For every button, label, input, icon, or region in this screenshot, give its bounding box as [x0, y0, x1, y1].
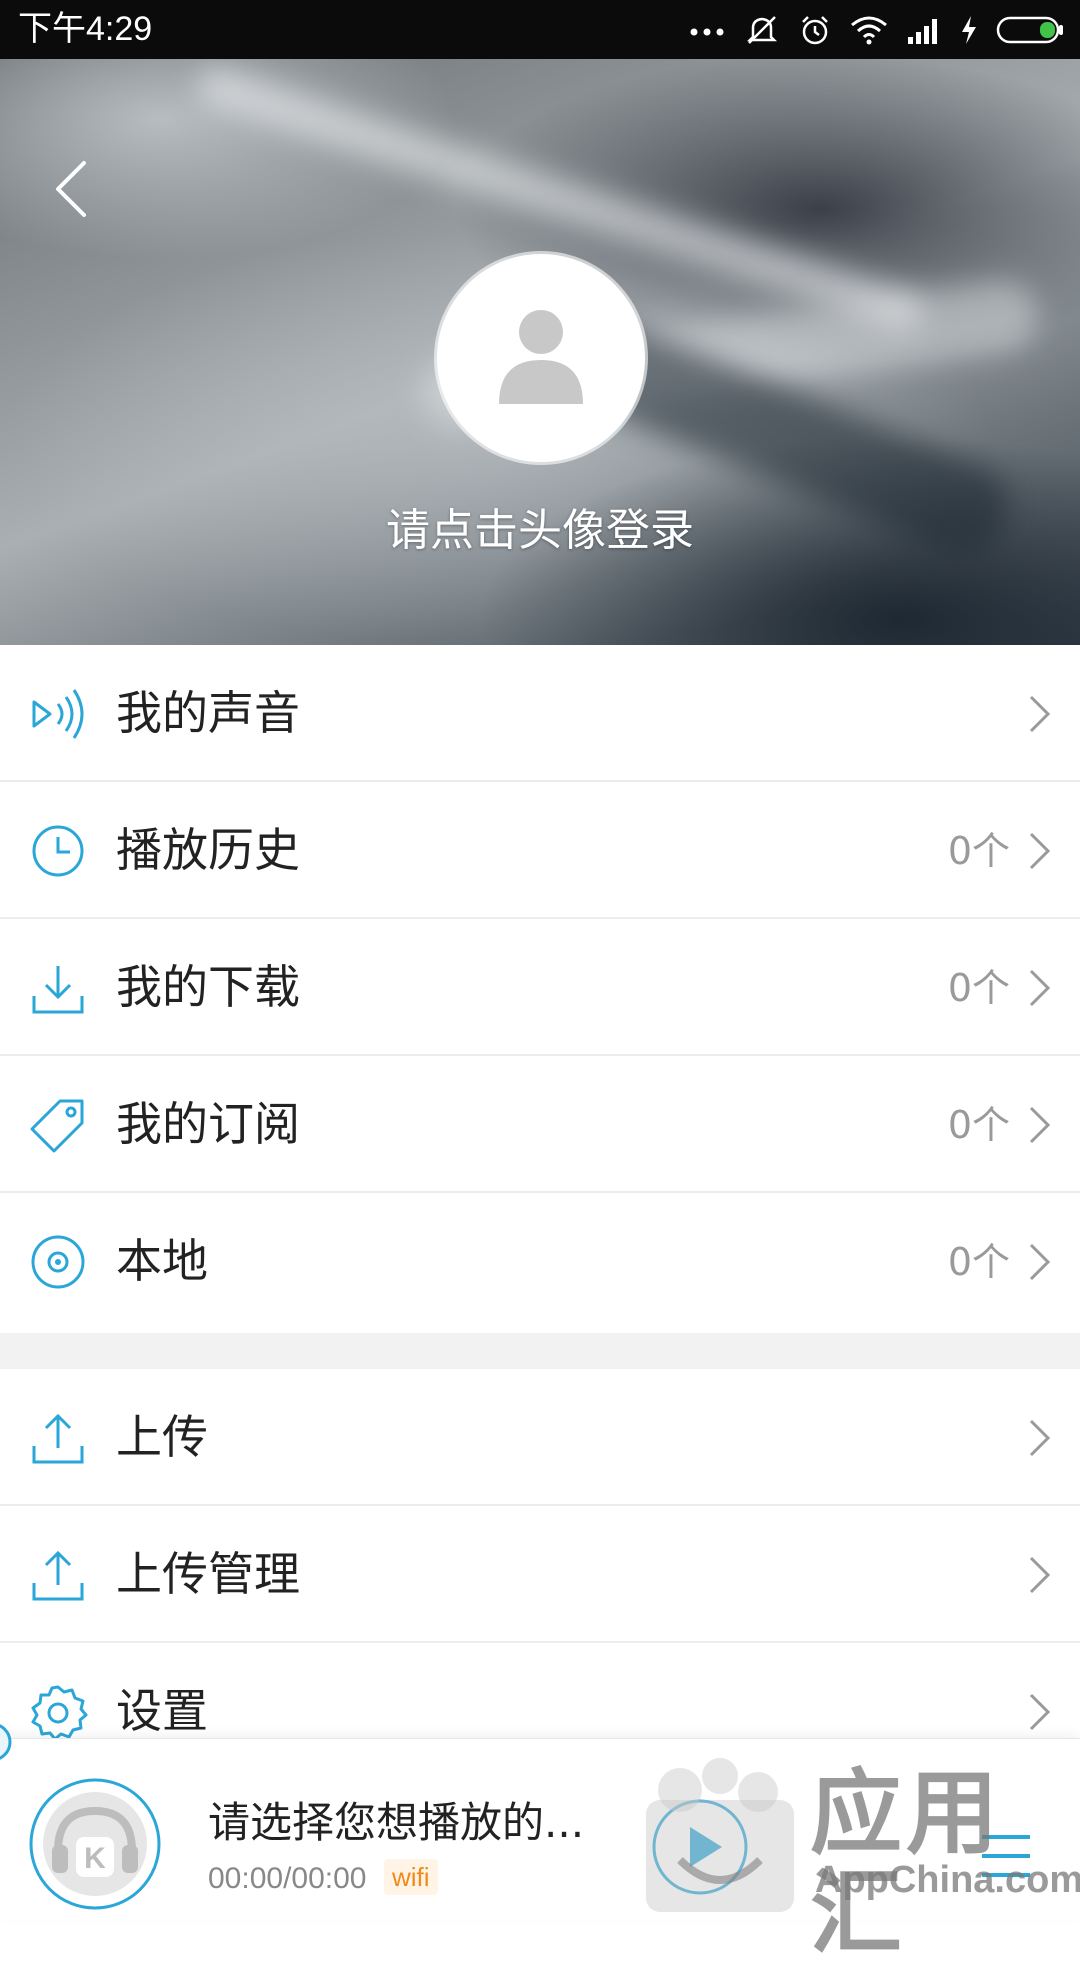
menu-item-label: 上传	[116, 1410, 208, 1464]
menu-item-label: 我的声音	[116, 686, 300, 740]
menu-item-label: 设置	[116, 1684, 208, 1738]
signal-icon	[908, 19, 937, 44]
disc-icon	[31, 1235, 85, 1289]
item-count: 0个	[947, 1103, 1010, 1147]
more-dots-icon	[690, 28, 724, 36]
player-title: 请选择您想播放的...	[208, 1798, 585, 1847]
menu-item-label: 我的订阅	[116, 1097, 300, 1151]
item-count: 0个	[947, 1240, 1010, 1284]
back-button[interactable]	[48, 159, 98, 219]
upload-icon	[32, 1413, 84, 1464]
menu-item-label: 本地	[116, 1234, 208, 1288]
item-count: 0个	[947, 966, 1010, 1010]
clock-icon	[32, 825, 84, 877]
gear-icon	[31, 1685, 88, 1741]
profile-header: 请点击头像登录	[0, 59, 1080, 645]
playlist-button[interactable]	[978, 1829, 1034, 1883]
wifi-icon	[851, 16, 887, 45]
menu-item-label: 我的下载	[116, 960, 300, 1014]
chevron-right-icon	[1029, 1693, 1051, 1731]
mini-player[interactable]: K 请选择您想播放的... 00:00/00:00 wifi	[0, 1738, 1080, 1921]
charging-icon	[962, 16, 976, 44]
login-prompt[interactable]: 请点击头像登录	[0, 503, 1080, 559]
section-divider	[0, 1333, 1080, 1369]
menu-item-my-downloads[interactable]: 我的下载 0个	[0, 919, 1080, 1056]
mute-icon	[746, 16, 778, 44]
play-button[interactable]	[650, 1797, 750, 1897]
download-icon	[32, 966, 84, 1014]
network-badge: wifi	[384, 1859, 438, 1895]
menu-item-my-sounds[interactable]: 我的声音	[0, 645, 1080, 782]
chevron-right-icon	[1029, 695, 1051, 733]
item-count: 0个	[947, 829, 1010, 873]
menu-item-label: 上传管理	[116, 1547, 300, 1601]
avatar[interactable]	[437, 254, 645, 462]
menu-item-local[interactable]: 本地 0个	[0, 1193, 1080, 1333]
menu-item-upload[interactable]: 上传	[0, 1369, 1080, 1506]
player-time: 00:00/00:00	[208, 1862, 367, 1895]
chevron-right-icon	[1029, 832, 1051, 870]
chevron-right-icon	[1029, 1556, 1051, 1594]
menu-item-label: 播放历史	[116, 823, 300, 877]
battery-icon	[996, 16, 1063, 44]
chevron-right-icon	[1029, 969, 1051, 1007]
status-bar: 下午4:29	[0, 0, 1080, 59]
tag-icon	[30, 1099, 84, 1153]
status-icons	[690, 10, 1066, 50]
user-placeholder-icon	[499, 310, 583, 404]
menu-item-play-history[interactable]: 播放历史 0个	[0, 782, 1080, 919]
chevron-right-icon	[1029, 1243, 1051, 1281]
side-handle-icon[interactable]	[0, 1720, 16, 1764]
svg-text:K: K	[84, 1842, 106, 1875]
chevron-right-icon	[1029, 1106, 1051, 1144]
sound-wave-icon	[32, 689, 84, 739]
menu-item-my-subscriptions[interactable]: 我的订阅 0个	[0, 1056, 1080, 1193]
menu-item-upload-manage[interactable]: 上传管理	[0, 1506, 1080, 1643]
headphone-logo-icon[interactable]: K	[28, 1777, 162, 1911]
chevron-right-icon	[1029, 1419, 1051, 1457]
status-time: 下午4:29	[18, 10, 153, 48]
alarm-icon	[802, 16, 828, 45]
upload-manage-icon	[32, 1550, 84, 1601]
